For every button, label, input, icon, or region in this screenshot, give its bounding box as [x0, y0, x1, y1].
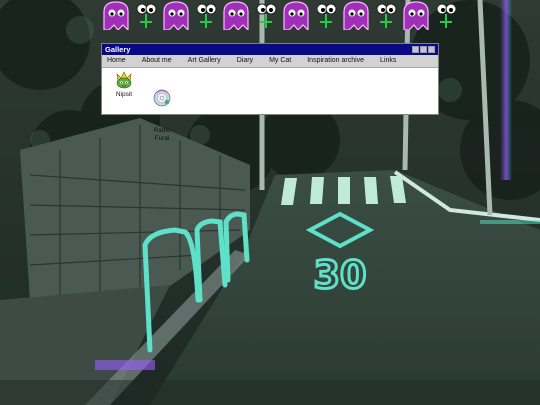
character-sticker-icon	[116, 71, 132, 89]
minimize-button[interactable]	[412, 46, 419, 53]
ghost-icon	[103, 1, 129, 30]
radio-furai-shortcut[interactable]: Radio Furai	[142, 71, 182, 160]
ghost-icon	[343, 1, 369, 30]
icon-label: Radio Furai	[153, 127, 171, 142]
ghost-icon	[283, 1, 309, 30]
menu-item-about-me[interactable]: About me	[142, 55, 172, 67]
window-title: Gallery	[105, 45, 131, 54]
menu-bar: Home About me Art Gallery Diary My Cat I…	[102, 55, 438, 68]
menu-item-inspiration-archive[interactable]: Inspiration archive	[307, 55, 364, 67]
plant-eyes-icon	[436, 3, 457, 28]
road-speed-marking: 30	[314, 253, 367, 297]
window-controls	[412, 46, 435, 53]
maximize-button[interactable]	[420, 46, 427, 53]
icon-label: Nipsit	[115, 91, 133, 98]
decorative-banner	[100, 0, 540, 30]
ghost-icon	[403, 1, 429, 30]
window-titlebar[interactable]: Gallery	[102, 44, 438, 55]
window-content: Nipsit Radio Furai	[102, 68, 438, 142]
menu-item-diary[interactable]: Diary	[237, 55, 253, 67]
menu-item-home[interactable]: Home	[107, 55, 126, 67]
ghost-icon	[163, 1, 189, 30]
plant-eyes-icon	[256, 3, 277, 28]
radio-disc-icon	[153, 89, 171, 107]
plant-eyes-icon	[196, 3, 217, 28]
plant-eyes-icon	[376, 3, 397, 28]
menu-item-links[interactable]: Links	[380, 55, 396, 67]
menu-item-my-cat[interactable]: My Cat	[269, 55, 291, 67]
gallery-window: Gallery Home About me Art Gallery Diary …	[101, 43, 439, 142]
ghost-icon	[223, 1, 249, 30]
close-button[interactable]	[428, 46, 435, 53]
plant-eyes-icon	[316, 3, 337, 28]
menu-item-art-gallery[interactable]: Art Gallery	[188, 55, 221, 67]
plant-eyes-icon	[136, 3, 157, 28]
nipsit-shortcut[interactable]: Nipsit	[104, 71, 144, 99]
